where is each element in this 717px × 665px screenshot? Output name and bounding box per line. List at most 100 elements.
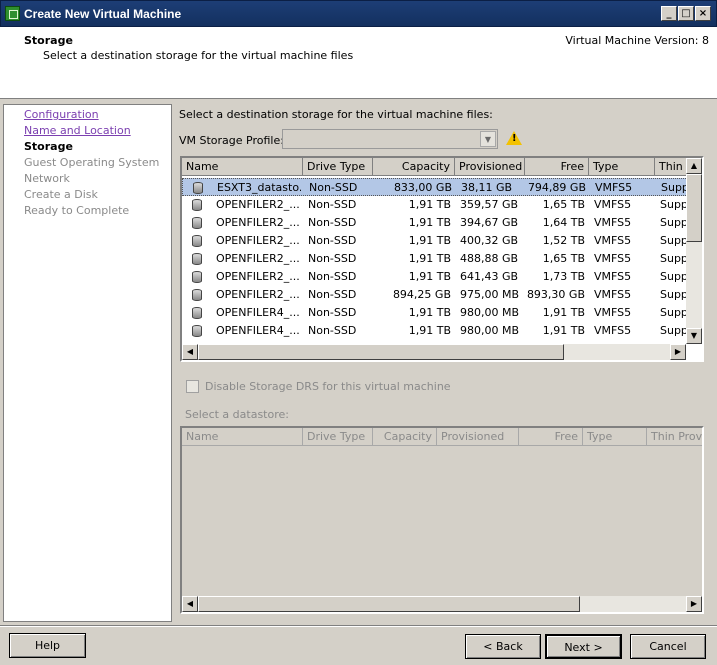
cell-capacity: 1,91 TB — [408, 306, 451, 319]
col-capacity: Capacity — [373, 428, 437, 446]
col-provisioned: Provisioned — [437, 428, 519, 446]
datastore-icon — [192, 289, 202, 301]
table-horizontal-scrollbar[interactable]: ◀ ▶ — [182, 344, 686, 360]
minimize-button[interactable]: _ — [661, 6, 677, 21]
cell-drive-type: Non-SSD — [308, 324, 357, 337]
col-name[interactable]: Name — [182, 158, 303, 176]
table-row[interactable]: OPENFILER2_... Non-SSD 894,25 GB 975,00 … — [182, 286, 702, 304]
cell-drive-type: Non-SSD — [309, 181, 358, 194]
storage-profile-label: VM Storage Profile: — [179, 134, 284, 147]
footer-separator — [0, 625, 717, 627]
cell-free: 1,64 TB — [542, 216, 585, 229]
cell-provisioned: 980,00 MB — [460, 324, 520, 337]
table-row[interactable]: OPENFILER2_... Non-SSD 1,91 TB 359,57 GB… — [182, 196, 702, 214]
col-type: Type — [583, 428, 647, 446]
cell-thin: Supp — [660, 324, 686, 337]
cell-name: OPENFILER4_... — [216, 306, 300, 319]
cell-capacity: 1,91 TB — [408, 270, 451, 283]
col-type[interactable]: Type — [589, 158, 655, 176]
cell-thin: Supp — [661, 181, 687, 194]
instruction-text: Select a destination storage for the vir… — [179, 108, 493, 121]
step-storage: Storage — [24, 140, 73, 153]
col-free[interactable]: Free — [525, 158, 589, 176]
scroll-right-icon[interactable]: ▶ — [686, 596, 702, 612]
vm-version-label: Virtual Machine Version: 8 — [565, 34, 709, 47]
cell-free: 1,52 TB — [542, 234, 585, 247]
cell-drive-type: Non-SSD — [308, 198, 357, 211]
horizontal-scroll-thumb[interactable] — [198, 344, 564, 360]
datastore-cluster-table[interactable]: Name Drive Type Capacity Provisioned Fre… — [180, 426, 704, 614]
step-ready-to-complete: Ready to Complete — [24, 204, 130, 217]
cell-capacity: 1,91 TB — [408, 198, 451, 211]
cell-type: VMFS5 — [594, 216, 632, 229]
cell-capacity: 1,91 TB — [408, 252, 451, 265]
col-name: Name — [182, 428, 303, 446]
table-horizontal-scrollbar[interactable]: ◀ ▶ — [182, 596, 702, 612]
datastore-icon — [192, 235, 202, 247]
step-configuration[interactable]: Configuration — [24, 108, 99, 121]
maximize-button[interactable]: □ — [678, 6, 694, 21]
next-button[interactable]: Next > — [545, 634, 622, 659]
help-button[interactable]: Help — [9, 633, 86, 658]
step-name-and-location[interactable]: Name and Location — [24, 124, 131, 137]
col-drive-type[interactable]: Drive Type — [303, 158, 373, 176]
table-row[interactable]: OPENFILER2_... Non-SSD 1,91 TB 400,32 GB… — [182, 232, 702, 250]
table-vertical-scrollbar[interactable]: ▲ ▼ — [686, 158, 702, 344]
scroll-up-icon[interactable]: ▲ — [686, 158, 702, 174]
table-row[interactable]: OPENFILER2_... Non-SSD 1,91 TB 394,67 GB… — [182, 214, 702, 232]
cell-capacity: 1,91 TB — [408, 234, 451, 247]
scroll-right-icon[interactable]: ▶ — [670, 344, 686, 360]
col-free: Free — [519, 428, 583, 446]
cell-name: OPENFILER2_... — [216, 270, 300, 283]
datastore-icon — [193, 182, 203, 194]
storage-profile-select[interactable]: ▼ — [282, 129, 498, 149]
back-button[interactable]: < Back — [465, 634, 541, 659]
scroll-left-icon[interactable]: ◀ — [182, 344, 198, 360]
vertical-scroll-thumb[interactable] — [686, 174, 702, 242]
cell-name: OPENFILER2_... — [216, 252, 300, 265]
step-guest-os: Guest Operating System — [24, 156, 160, 169]
wizard-steps-panel: Configuration Name and Location Storage … — [3, 104, 172, 622]
datastore-icon — [192, 217, 202, 229]
col-thin-provisioning: Thin Provis — [647, 428, 702, 446]
cell-free: 893,30 GB — [526, 288, 585, 301]
cell-drive-type: Non-SSD — [308, 306, 357, 319]
cell-provisioned: 400,32 GB — [460, 234, 519, 247]
table-row[interactable]: OPENFILER4_... Non-SSD 1,91 TB 980,00 MB… — [182, 304, 702, 322]
scroll-down-icon[interactable]: ▼ — [686, 328, 702, 344]
col-capacity[interactable]: Capacity — [373, 158, 455, 176]
cell-type: VMFS5 — [594, 288, 632, 301]
datastore-table[interactable]: Name Drive Type Capacity Provisioned Fre… — [180, 156, 704, 362]
table-row[interactable]: ESXT3_datasto... Non-SSD 833,00 GB 38,11… — [182, 178, 702, 196]
cell-name: ESXT3_datasto... — [217, 181, 301, 194]
cell-capacity: 1,91 TB — [408, 216, 451, 229]
datastore-icon — [192, 307, 202, 319]
cell-free: 794,89 GB — [527, 181, 586, 194]
cell-provisioned: 38,11 GB — [461, 181, 513, 194]
disable-storage-drs-label: Disable Storage DRS for this virtual mac… — [205, 380, 451, 393]
col-provisioned[interactable]: Provisioned — [455, 158, 525, 176]
cell-type: VMFS5 — [594, 324, 632, 337]
cell-provisioned: 641,43 GB — [460, 270, 519, 283]
table-row[interactable]: OPENFILER4_... Non-SSD 1,91 TB 980,00 MB… — [182, 322, 702, 340]
cell-provisioned: 488,88 GB — [460, 252, 519, 265]
col-thin-provisioning[interactable]: Thin P — [655, 158, 687, 176]
window-title: Create New Virtual Machine — [24, 7, 182, 21]
table-row[interactable]: OPENFILER2_... Non-SSD 1,91 TB 488,88 GB… — [182, 250, 702, 268]
cell-thin: Supp — [660, 252, 686, 265]
cell-type: VMFS5 — [594, 306, 632, 319]
close-button[interactable]: × — [695, 6, 711, 21]
scroll-left-icon[interactable]: ◀ — [182, 596, 198, 612]
horizontal-scroll-thumb[interactable] — [198, 596, 580, 612]
page-subtitle: Select a destination storage for the vir… — [43, 49, 354, 62]
cell-provisioned: 394,67 GB — [460, 216, 519, 229]
cancel-button[interactable]: Cancel — [630, 634, 706, 659]
cell-free: 1,65 TB — [542, 252, 585, 265]
cell-free: 1,73 TB — [542, 270, 585, 283]
table-row[interactable]: OPENFILER2_... Non-SSD 1,91 TB 641,43 GB… — [182, 268, 702, 286]
chevron-down-icon[interactable]: ▼ — [480, 131, 496, 147]
title-bar: Create New Virtual Machine _ □ × — [0, 0, 717, 27]
cell-free: 1,65 TB — [542, 198, 585, 211]
disable-storage-drs-checkbox[interactable] — [186, 380, 199, 393]
cell-type: VMFS5 — [595, 181, 633, 194]
